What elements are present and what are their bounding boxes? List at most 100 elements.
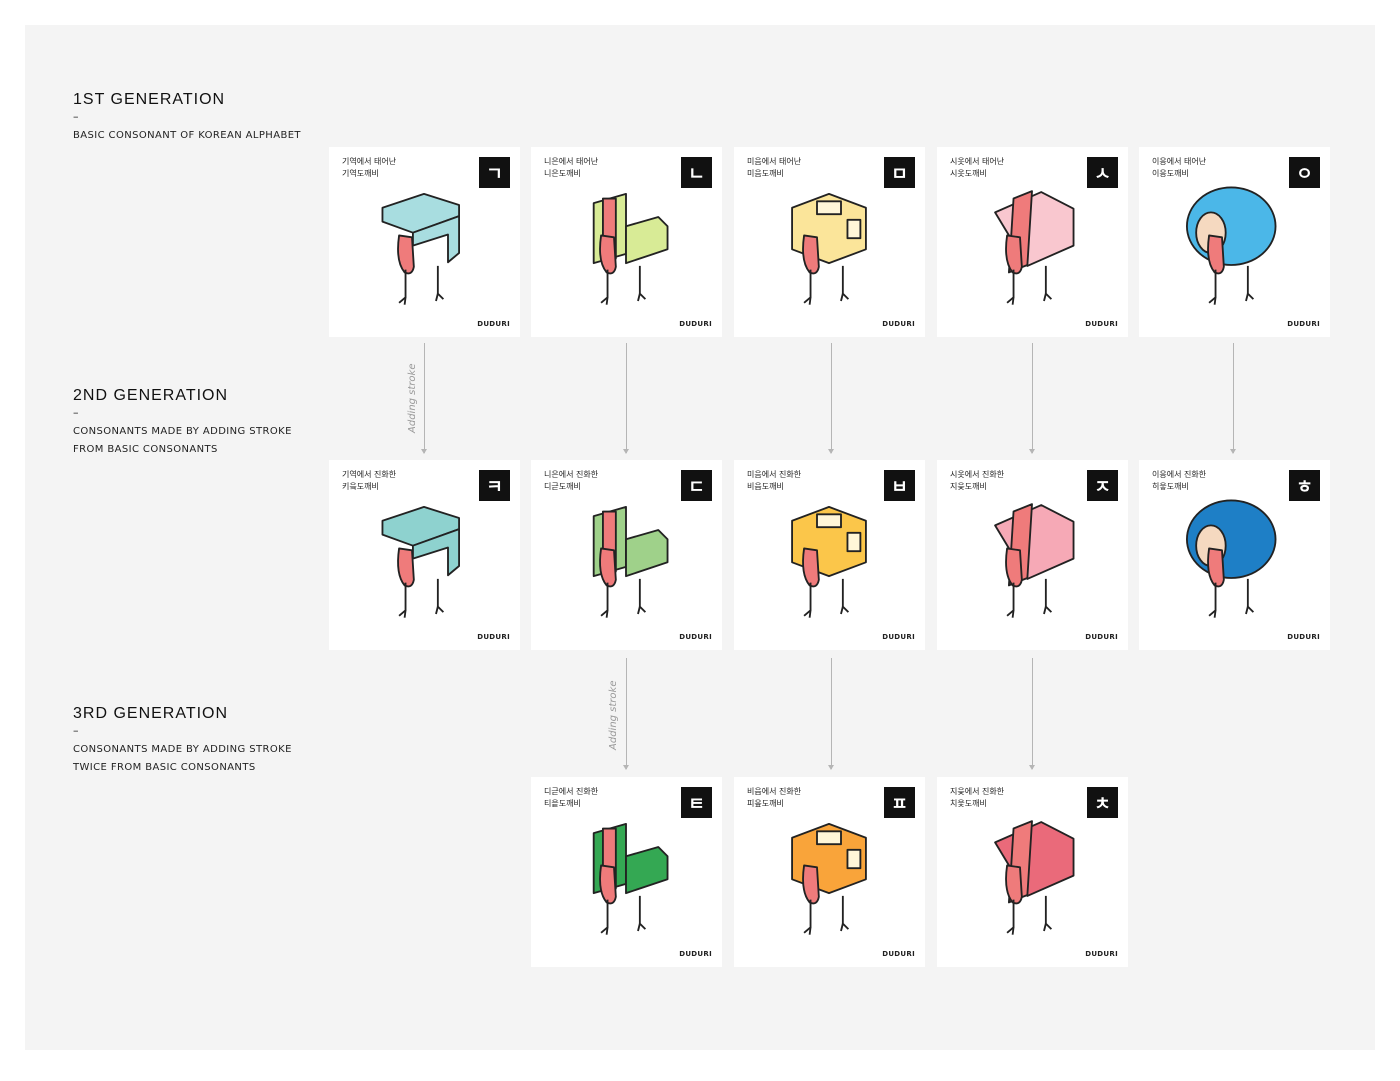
connector-label: Adding stroke	[608, 680, 619, 750]
character-card: 기역에서 태어난 기역도깨비 ㄱ DUDURI	[329, 147, 520, 337]
generation-title: 1ST GENERATION	[73, 91, 226, 108]
card-caption: 기역에서 태어난기역도깨비	[342, 156, 396, 179]
brand-logo: DUDURI	[1287, 320, 1320, 328]
description-line: FROM BASIC CONSONANTS	[73, 444, 218, 455]
generation-description: CONSONANTS MADE BY ADDING STROKE TWICE F…	[73, 741, 292, 777]
character-card: 디귿에서 진화한 티읕도깨비 ㅌ DUDURI	[531, 777, 722, 967]
generation-dash: –	[73, 724, 79, 737]
caption-line: 디귿에서 진화한	[544, 787, 599, 796]
caption-line: 기역에서 태어난	[342, 157, 397, 166]
chieut-goblin-icon	[972, 812, 1092, 942]
character-card: 비읍에서 진화한 피읖도깨비 ㅍ DUDURI	[734, 777, 925, 967]
connector-arrow	[421, 343, 427, 454]
jieut-goblin-icon	[972, 495, 1092, 625]
card-caption: 니은에서 태어난니은도깨비	[544, 156, 598, 179]
brand-logo: DUDURI	[477, 320, 510, 328]
generation-dash: –	[73, 110, 79, 123]
hieut-goblin-icon	[1174, 495, 1294, 625]
caption-line: 미음에서 태어난	[747, 157, 802, 166]
brand-logo: DUDURI	[477, 633, 510, 641]
caption-line: 피읖도깨비	[747, 798, 784, 808]
card-caption: 기역에서 진화한키읔도깨비	[342, 469, 396, 492]
caption-line: 이응에서 태어난	[1152, 157, 1207, 166]
brand-logo: DUDURI	[882, 320, 915, 328]
siot-goblin-icon	[972, 182, 1092, 312]
caption-line: 티읕도깨비	[544, 798, 581, 808]
card-caption: 디귿에서 진화한티읕도깨비	[544, 786, 598, 809]
giyeok-goblin-icon	[364, 182, 484, 312]
caption-line: 니은도깨비	[544, 168, 581, 178]
generation-3-label: 3RD GENERATION – CONSONANTS MADE BY ADDI…	[73, 705, 292, 777]
card-caption: 이응에서 진화한히읗도깨비	[1152, 469, 1206, 492]
description-line: CONSONANTS MADE BY ADDING STROKE	[73, 744, 292, 755]
caption-line: 이응도깨비	[1152, 168, 1189, 178]
character-card: 니은에서 태어난 니은도깨비 ㄴ DUDURI	[531, 147, 722, 337]
brand-logo: DUDURI	[679, 633, 712, 641]
brand-logo: DUDURI	[1287, 633, 1320, 641]
generation-description: BASIC CONSONANT OF KOREAN ALPHABET	[73, 127, 301, 145]
connector-arrow	[1230, 343, 1236, 454]
connector-arrow	[828, 658, 834, 770]
card-caption: 시옷에서 진화한지읒도깨비	[950, 469, 1004, 492]
caption-line: 비읍에서 진화한	[747, 787, 802, 796]
generation-dash: –	[73, 406, 79, 419]
card-caption: 비읍에서 진화한피읖도깨비	[747, 786, 801, 809]
caption-line: 치읓도깨비	[950, 798, 987, 808]
card-caption: 이응에서 태어난이응도깨비	[1152, 156, 1206, 179]
brand-logo: DUDURI	[1085, 633, 1118, 641]
generation-title: 3RD GENERATION	[73, 705, 229, 722]
brand-logo: DUDURI	[679, 320, 712, 328]
mieum-goblin-icon	[769, 182, 889, 312]
connector-arrow	[1029, 343, 1035, 454]
caption-line: 히읗도깨비	[1152, 481, 1189, 491]
caption-line: 미음에서 진화한	[747, 470, 802, 479]
nieun-goblin-icon	[566, 182, 686, 312]
caption-line: 비읍도깨비	[747, 481, 784, 491]
generation-1-label: 1ST GENERATION – BASIC CONSONANT OF KORE…	[73, 91, 301, 145]
caption-line: 이응에서 진화한	[1152, 470, 1207, 479]
character-card: 미음에서 태어난 미음도깨비 ㅁ DUDURI	[734, 147, 925, 337]
connector-arrow	[623, 343, 629, 454]
caption-line: 지읒에서 진화한	[950, 787, 1005, 796]
brand-logo: DUDURI	[882, 633, 915, 641]
generation-2-label: 2ND GENERATION – CONSONANTS MADE BY ADDI…	[73, 387, 292, 459]
connector-label: Adding stroke	[407, 363, 418, 433]
character-card: 시옷에서 태어난 시옷도깨비 ㅅ DUDURI	[937, 147, 1128, 337]
connector-arrow	[623, 658, 629, 770]
character-card: 시옷에서 진화한 지읒도깨비 ㅈ DUDURI	[937, 460, 1128, 650]
character-card: 이응에서 태어난 이응도깨비 ㅇ DUDURI	[1139, 147, 1330, 337]
description-line: TWICE FROM BASIC CONSONANTS	[73, 762, 256, 773]
caption-line: 기역에서 진화한	[342, 470, 397, 479]
character-card: 니은에서 진화한 디귿도깨비 ㄷ DUDURI	[531, 460, 722, 650]
card-caption: 지읒에서 진화한치읓도깨비	[950, 786, 1004, 809]
kieuk-goblin-icon	[364, 495, 484, 625]
ieung-goblin-icon	[1174, 182, 1294, 312]
caption-line: 시옷에서 진화한	[950, 470, 1005, 479]
caption-line: 니은에서 진화한	[544, 470, 599, 479]
connector-arrow	[1029, 658, 1035, 770]
digeut-goblin-icon	[566, 495, 686, 625]
brand-logo: DUDURI	[1085, 950, 1118, 958]
brand-logo: DUDURI	[679, 950, 712, 958]
caption-line: 니은에서 태어난	[544, 157, 599, 166]
card-caption: 시옷에서 태어난 시옷도깨비	[950, 156, 1004, 179]
caption-line: 디귿도깨비	[544, 481, 581, 491]
description-line: CONSONANTS MADE BY ADDING STROKE	[73, 426, 292, 437]
pieup-goblin-icon	[769, 812, 889, 942]
description-line: BASIC CONSONANT OF KOREAN ALPHABET	[73, 130, 301, 141]
character-card: 이응에서 진화한 히읗도깨비 ㅎ DUDURI	[1139, 460, 1330, 650]
card-caption: 미음에서 태어난미음도깨비	[747, 156, 801, 179]
caption-line: 기역도깨비	[342, 168, 379, 178]
bieup-goblin-icon	[769, 495, 889, 625]
generation-title: 2ND GENERATION	[73, 387, 229, 404]
connector-arrow	[828, 343, 834, 454]
caption-line: 시옷에서 태어난	[950, 157, 1005, 166]
character-card: 기역에서 진화한 키읔도깨비 ㅋ DUDURI	[329, 460, 520, 650]
tieut-goblin-icon	[566, 812, 686, 942]
card-caption: 니은에서 진화한디귿도깨비	[544, 469, 598, 492]
character-card: 지읒에서 진화한 치읓도깨비 ㅊ DUDURI	[937, 777, 1128, 967]
caption-line: 키읔도깨비	[342, 481, 379, 491]
caption-line: 지읒도깨비	[950, 481, 987, 491]
caption-line: 미음도깨비	[747, 168, 784, 178]
character-card: 미음에서 진화한 비읍도깨비 ㅂ DUDURI	[734, 460, 925, 650]
